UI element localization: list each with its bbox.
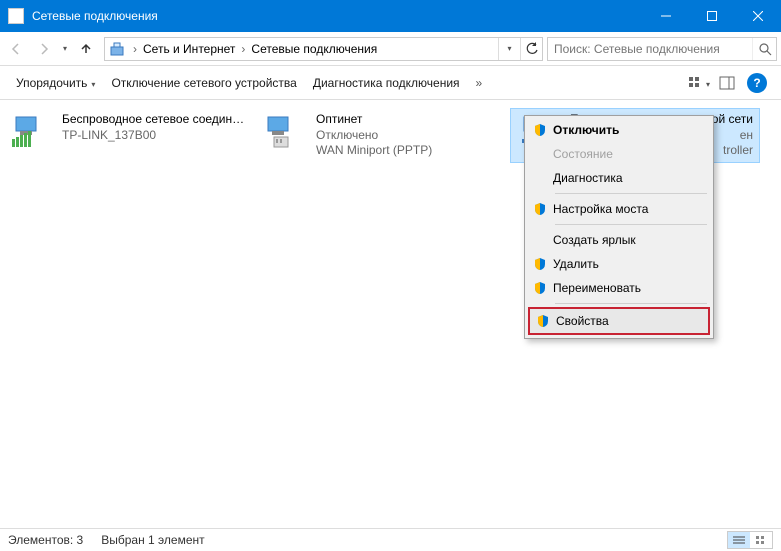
up-button[interactable] <box>72 35 100 63</box>
back-button[interactable] <box>2 35 30 63</box>
breadcrumb-dropdown[interactable] <box>498 38 520 60</box>
app-icon <box>8 8 24 24</box>
window-title: Сетевые подключения <box>32 9 643 23</box>
chevron-down-icon <box>706 76 710 90</box>
preview-pane-button[interactable] <box>713 70 741 96</box>
ctx-item-bridge[interactable]: Настройка моста <box>527 197 711 221</box>
status-bar: Элементов: 3 Выбран 1 элемент <box>0 528 781 551</box>
connection-status: Отключено <box>316 128 432 144</box>
window-controls <box>643 0 781 32</box>
breadcrumb-separator-icon[interactable]: › <box>129 42 141 56</box>
history-dropdown[interactable] <box>58 35 72 63</box>
minimize-button[interactable] <box>643 0 689 32</box>
search-box[interactable] <box>547 37 777 61</box>
status-item-count: Элементов: 3 <box>8 533 83 547</box>
maximize-button[interactable] <box>689 0 735 32</box>
ctx-label-rename: Переименовать <box>553 281 705 295</box>
connection-text: Беспроводное сетевое соединение TP-LINK_… <box>56 112 246 152</box>
context-menu-separator <box>555 303 707 304</box>
context-menu: Отключить Состояние Диагностика Настройк… <box>524 115 714 339</box>
connection-network: TP-LINK_137B00 <box>62 128 246 144</box>
command-bar: Упорядочить Отключение сетевого устройст… <box>0 66 781 100</box>
shield-icon <box>527 202 553 216</box>
ctx-label-shortcut: Создать ярлык <box>553 233 705 247</box>
disable-device-label: Отключение сетевого устройства <box>111 76 296 90</box>
breadcrumb[interactable]: › Сеть и Интернет › Сетевые подключения <box>104 37 543 61</box>
connection-icon <box>262 112 310 152</box>
ctx-label-properties: Свойства <box>556 314 702 328</box>
search-button[interactable] <box>752 38 776 60</box>
shield-icon <box>527 281 553 295</box>
context-menu-separator <box>555 193 707 194</box>
ctx-item-shortcut[interactable]: Создать ярлык <box>527 228 711 252</box>
close-button[interactable] <box>735 0 781 32</box>
ctx-item-status: Состояние <box>527 142 711 166</box>
connection-item-optinet[interactable]: Оптинет Отключено WAN Miniport (PPTP) <box>256 108 506 163</box>
refresh-button[interactable] <box>520 38 542 60</box>
location-icon <box>108 40 126 58</box>
breadcrumb-separator-icon[interactable]: › <box>237 42 249 56</box>
organize-label: Упорядочить <box>16 76 87 90</box>
help-button[interactable]: ? <box>747 73 767 93</box>
view-options-button[interactable] <box>685 70 713 96</box>
content-area[interactable]: Беспроводное сетевое соединение TP-LINK_… <box>0 100 781 528</box>
navigation-bar: › Сеть и Интернет › Сетевые подключения <box>0 32 781 66</box>
chevron-down-icon <box>91 76 95 90</box>
help-icon: ? <box>753 76 760 90</box>
breadcrumb-item-network-internet[interactable]: Сеть и Интернет <box>141 42 237 56</box>
shield-icon <box>527 257 553 271</box>
diagnose-label: Диагностика подключения <box>313 76 460 90</box>
ctx-item-delete[interactable]: Удалить <box>527 252 711 276</box>
shield-icon <box>530 314 556 328</box>
connection-icon <box>8 112 56 152</box>
ctx-label-disable: Отключить <box>553 123 705 137</box>
ctx-label-bridge: Настройка моста <box>553 202 705 216</box>
ctx-item-rename[interactable]: Переименовать <box>527 276 711 300</box>
ctx-label-delete: Удалить <box>553 257 705 271</box>
connection-name: Беспроводное сетевое соединение <box>62 112 246 128</box>
connection-item-wireless[interactable]: Беспроводное сетевое соединение TP-LINK_… <box>2 108 252 156</box>
ctx-label-status: Состояние <box>553 147 705 161</box>
connection-text: Оптинет Отключено WAN Miniport (PPTP) <box>310 112 432 159</box>
connection-adapter: WAN Miniport (PPTP) <box>316 143 432 159</box>
ctx-item-diagnose[interactable]: Диагностика <box>527 166 711 190</box>
ctx-item-properties[interactable]: Свойства <box>528 307 710 335</box>
view-details-button[interactable] <box>728 532 750 548</box>
diagnose-button[interactable]: Диагностика подключения <box>305 72 468 94</box>
forward-button[interactable] <box>30 35 58 63</box>
status-selection-count: Выбран 1 элемент <box>101 533 204 547</box>
connection-name: Оптинет <box>316 112 432 128</box>
breadcrumb-item-network-connections[interactable]: Сетевые подключения <box>249 42 379 56</box>
view-toggle <box>727 531 773 549</box>
window-titlebar: Сетевые подключения <box>0 0 781 32</box>
context-menu-separator <box>555 224 707 225</box>
ctx-label-diagnose: Диагностика <box>553 171 705 185</box>
more-commands-button[interactable]: » <box>472 72 487 94</box>
ctx-item-disable[interactable]: Отключить <box>527 118 711 142</box>
search-input[interactable] <box>548 42 752 56</box>
shield-icon <box>527 123 553 137</box>
view-large-icons-button[interactable] <box>750 532 772 548</box>
disable-device-button[interactable]: Отключение сетевого устройства <box>103 72 304 94</box>
organize-button[interactable]: Упорядочить <box>8 72 103 94</box>
